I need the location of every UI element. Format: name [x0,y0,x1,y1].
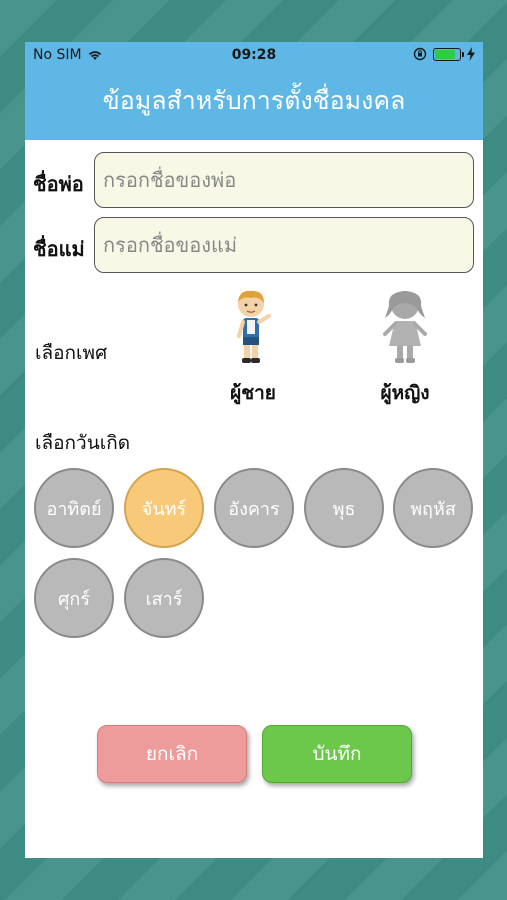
status-bar: No SIM 09:28 [25,42,483,69]
gender-option-male[interactable]: ผู้ชาย [198,288,308,408]
boy-icon [237,290,271,363]
day-sunday[interactable]: อาทิตย์ [34,468,114,548]
app-screen: No SIM 09:28 ข้อมูลสำหรับการตั้งชื่อมงคล… [25,42,483,858]
save-button[interactable]: บันทึก [262,725,412,783]
battery-icon [433,47,464,61]
father-name-label: ชื่อพ่อ [33,172,84,196]
day-thursday[interactable]: พฤหัส [393,468,473,548]
gender-label: เลือกเพศ [35,342,108,364]
status-right [413,47,475,61]
gender-option-female[interactable]: ผู้หญิง [350,288,460,408]
orientation-lock-icon [413,47,427,61]
cancel-button[interactable]: ยกเลิก [97,725,247,783]
girl-icon [383,291,427,363]
father-name-input[interactable] [94,152,474,208]
gender-male-label: ผู้ชาย [230,382,276,404]
page-title: ข้อมูลสำหรับการตั้งชื่อมงคล [25,69,483,140]
day-wednesday[interactable]: พุธ [304,468,384,548]
day-saturday[interactable]: เสาร์ [124,558,204,638]
day-tuesday[interactable]: อังคาร [214,468,294,548]
day-monday[interactable]: จันทร์ [124,468,204,548]
gender-female-label: ผู้หญิง [380,382,430,404]
day-friday[interactable]: ศุกร์ [34,558,114,638]
mother-name-label: ชื่อแม่ [33,237,85,261]
birthday-label: เลือกวันเกิด [35,432,131,454]
charging-icon [467,47,475,61]
battery-fill [435,49,456,59]
mother-name-input[interactable] [94,217,474,273]
